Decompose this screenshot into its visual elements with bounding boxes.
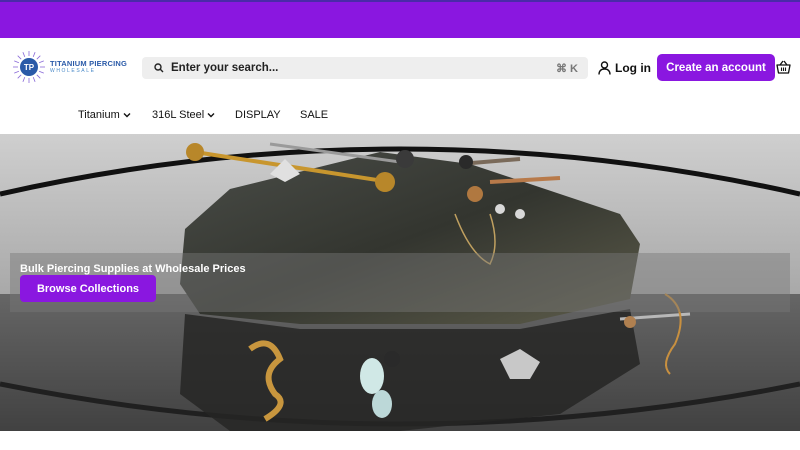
logo-title: TITANIUM PIERCING	[50, 58, 128, 68]
nav-item-label: 316L Steel	[152, 109, 205, 121]
chevron-down-icon	[207, 113, 215, 118]
hero-banner: Bulk Piercing Supplies at Wholesale Pric…	[0, 134, 800, 431]
nav-item-titanium[interactable]: Titanium	[78, 109, 131, 121]
nav-item-label: Titanium	[78, 109, 120, 121]
nav-item-label: DISPLAY	[235, 109, 281, 121]
search-placeholder: Enter your search...	[171, 62, 279, 74]
basket-icon[interactable]	[776, 60, 791, 74]
search-icon	[154, 63, 164, 73]
search-shortcut: ⌘ K	[556, 62, 578, 75]
main-nav: Titanium 316L Steel DISPLAY SALE	[0, 98, 800, 134]
search-input[interactable]: Enter your search... ⌘ K	[142, 57, 588, 79]
site-header: TP TITANIUM PIERCING WHOLESALE Enter you…	[0, 38, 800, 98]
login-label: Log in	[615, 61, 651, 75]
browse-collections-button[interactable]: Browse Collections	[20, 275, 156, 302]
nav-item-sale[interactable]: SALE	[300, 109, 328, 121]
user-icon	[598, 61, 611, 75]
create-account-button[interactable]: Create an account	[657, 54, 775, 81]
hero-title: Bulk Piercing Supplies at Wholesale Pric…	[20, 263, 246, 275]
login-link[interactable]: Log in	[598, 58, 651, 78]
logo-mark-text: TP	[24, 63, 35, 72]
nav-item-display[interactable]: DISPLAY	[235, 109, 281, 121]
logo-mark-icon: TP	[13, 51, 45, 83]
nav-item-316l-steel[interactable]: 316L Steel	[152, 109, 215, 121]
page-bottom	[0, 431, 800, 450]
brand-logo[interactable]: TP TITANIUM PIERCING WHOLESALE	[12, 50, 132, 84]
logo-subtitle: WHOLESALE	[50, 68, 96, 75]
nav-item-label: SALE	[300, 109, 329, 121]
chevron-down-icon	[123, 113, 131, 118]
announcement-bar	[0, 0, 800, 38]
